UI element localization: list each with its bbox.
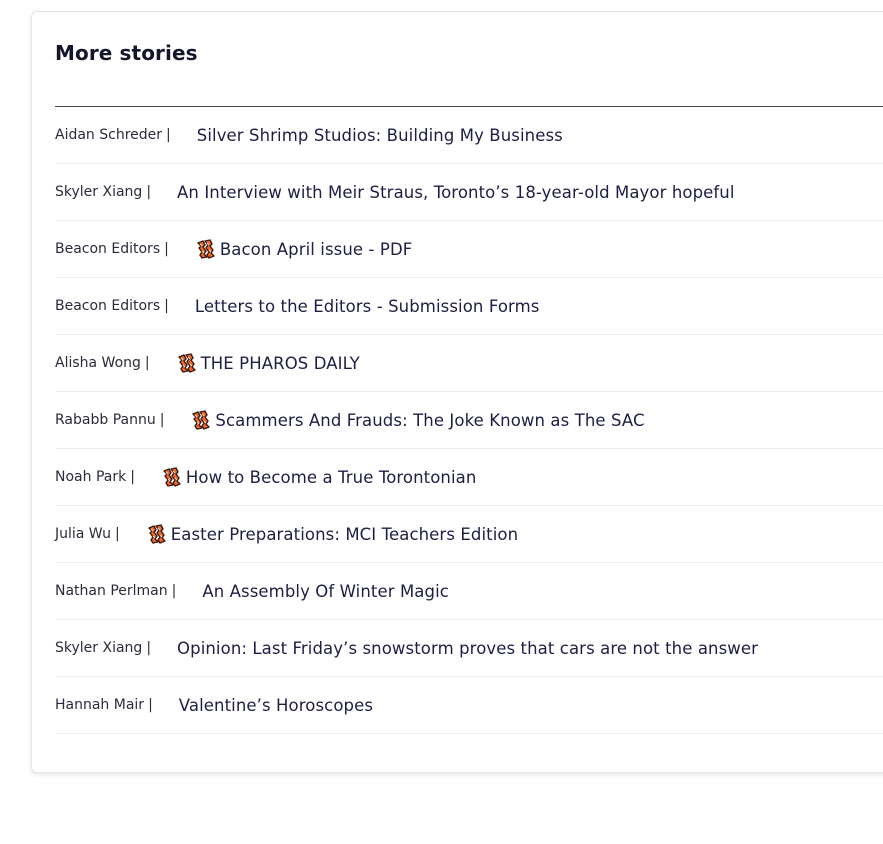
author-separator: |	[164, 241, 169, 257]
author-name: Julia Wu	[55, 526, 112, 542]
author-name: Beacon Editors	[55, 241, 161, 257]
story-link[interactable]: THE PHAROS DAILY	[176, 352, 360, 374]
story-author: Nathan Perlman |	[55, 583, 176, 599]
author-name: Skyler Xiang	[55, 640, 143, 656]
story-row: Skyler Xiang | An Interview with Meir Str…	[55, 164, 883, 221]
author-name: Hannah Mair	[55, 697, 145, 713]
story-author: Beacon Editors |	[55, 298, 169, 314]
author-name: Nathan Perlman	[55, 583, 168, 599]
story-author: Julia Wu |	[55, 526, 120, 542]
author-name: Skyler Xiang	[55, 184, 143, 200]
section-title: More stories	[55, 41, 198, 65]
author-separator: |	[130, 469, 135, 485]
story-title: Scammers And Frauds: The Joke Known as T…	[215, 410, 645, 430]
bacon-icon	[197, 239, 215, 259]
story-title: Opinion: Last Friday’s snowstorm proves …	[177, 638, 759, 658]
author-name: Rababb Pannu	[55, 412, 156, 428]
more-stories-card: More stories Aidan Schreder | Silver Shri…	[31, 11, 883, 773]
story-author: Noah Park |	[55, 469, 135, 485]
story-link[interactable]: An Assembly Of Winter Magic	[202, 582, 449, 601]
author-separator: |	[115, 526, 120, 542]
bacon-icon	[192, 410, 211, 430]
story-row: Julia Wu | Easter Preparations: MCI Teach…	[55, 506, 883, 563]
author-separator: |	[146, 640, 152, 656]
story-author: Beacon Editors |	[55, 241, 169, 257]
story-link[interactable]: Valentine’s Horoscopes	[179, 696, 373, 715]
story-title: Easter Preparations: MCI Teachers Editio…	[170, 524, 519, 544]
story-row: Alisha Wong | THE PHAROS DAILY	[55, 335, 883, 392]
author-separator: |	[159, 412, 165, 428]
story-title: Letters to the Editors - Submission Form…	[194, 296, 540, 316]
story-link[interactable]: Letters to the Editors - Submission Form…	[195, 297, 540, 316]
story-title: An Interview with Meir Straus, Toronto’s…	[177, 182, 735, 202]
story-link[interactable]: An Interview with Meir Straus, Toronto’s…	[177, 183, 735, 202]
bacon-icon	[177, 353, 196, 373]
story-row: Hannah Mair | Valentine’s Horoscopes	[55, 677, 883, 734]
story-link[interactable]: Scammers And Frauds: The Joke Known as T…	[190, 409, 644, 431]
story-row: Skyler Xiang | Opinion: Last Friday’s sno…	[55, 620, 883, 677]
story-author: Rababb Pannu |	[55, 412, 164, 428]
story-title: Bacon April issue - PDF	[219, 239, 413, 259]
author-name: Noah Park	[55, 469, 127, 485]
author-name: Aidan Schreder	[55, 127, 163, 143]
story-link[interactable]: How to Become a True Torontonian	[161, 466, 477, 488]
story-title: Silver Shrimp Studios: Building My Busin…	[196, 125, 563, 145]
story-row: Beacon Editors | Bacon April issue - PDF	[55, 221, 883, 278]
story-author: Alisha Wong |	[55, 355, 150, 371]
story-author: Hannah Mair |	[55, 697, 153, 713]
bacon-icon	[148, 524, 166, 544]
story-title: An Assembly Of Winter Magic	[202, 581, 449, 601]
story-author: Skyler Xiang |	[55, 640, 151, 656]
story-link[interactable]: Easter Preparations: MCI Teachers Editio…	[146, 523, 518, 545]
story-row: Noah Park | How to Become a True Toronton…	[55, 449, 883, 506]
author-name: Alisha Wong	[55, 355, 141, 371]
author-separator: |	[164, 298, 169, 314]
author-separator: |	[171, 583, 177, 599]
author-separator: |	[144, 355, 150, 371]
story-title: How to Become a True Torontonian	[185, 467, 477, 487]
story-row: Rababb Pannu | Scammers And Frauds: The J…	[55, 392, 883, 449]
story-row: Beacon Editors | Letters to the Editors -…	[55, 278, 883, 335]
story-title: THE PHAROS DAILY	[200, 353, 360, 373]
story-row: Nathan Perlman | An Assembly Of Winter Ma…	[55, 563, 883, 620]
story-title: Valentine’s Horoscopes	[178, 695, 374, 715]
author-separator: |	[146, 184, 152, 200]
story-link[interactable]: Opinion: Last Friday’s snowstorm proves …	[177, 639, 758, 658]
story-author: Aidan Schreder |	[55, 127, 171, 143]
story-row: Aidan Schreder | Silver Shrimp Studios: B…	[55, 107, 883, 164]
story-author: Skyler Xiang |	[55, 184, 151, 200]
story-link[interactable]: Silver Shrimp Studios: Building My Busin…	[197, 126, 563, 145]
author-name: Beacon Editors	[55, 298, 161, 314]
bacon-icon	[163, 467, 181, 487]
story-link[interactable]: Bacon April issue - PDF	[195, 238, 413, 260]
story-list: Aidan Schreder | Silver Shrimp Studios: B…	[55, 107, 883, 734]
author-separator: |	[166, 127, 171, 143]
author-separator: |	[148, 697, 153, 713]
